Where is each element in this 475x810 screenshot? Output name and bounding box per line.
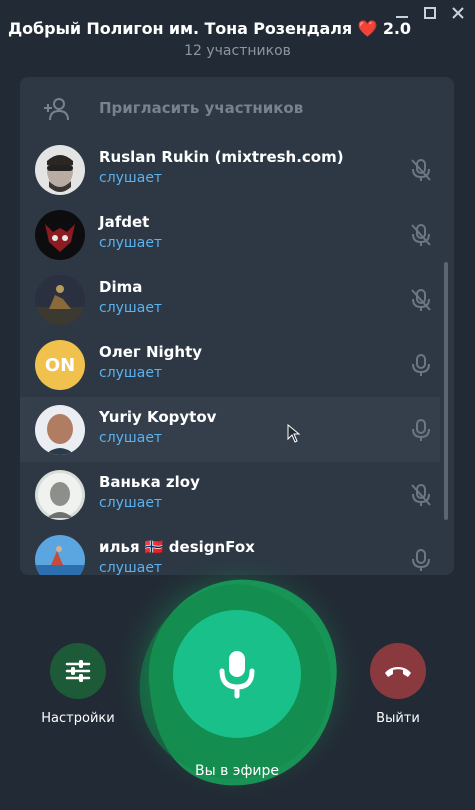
title-bar: Добрый Полигон им. Тона Розендаля ❤️ 2.0… bbox=[0, 0, 475, 75]
avatar bbox=[35, 210, 85, 260]
add-user-icon bbox=[44, 98, 69, 121]
close-icon bbox=[452, 7, 464, 19]
chat-title: Добрый Полигон им. Тона Розендаля ❤️ 2.0 bbox=[8, 19, 411, 38]
leave-label: Выйти bbox=[376, 711, 420, 726]
main-mic-button[interactable] bbox=[173, 610, 301, 738]
invite-participants-button[interactable]: Пригласить участников bbox=[20, 77, 454, 139]
invite-label: Пригласить участников bbox=[99, 99, 304, 117]
participant-name: Yuriy Kopytov bbox=[99, 408, 217, 426]
settings-sliders-icon bbox=[65, 660, 91, 682]
participant-name: Dima bbox=[99, 278, 143, 296]
participant-row[interactable]: Ванька zloy слушает bbox=[20, 462, 440, 527]
avatar bbox=[35, 535, 85, 575]
participant-status: слушает bbox=[99, 365, 163, 381]
mic-muted-icon[interactable] bbox=[408, 157, 434, 183]
participant-row[interactable]: Jafdet слушает bbox=[20, 202, 440, 267]
settings-button[interactable] bbox=[50, 643, 106, 699]
hang-up-icon bbox=[385, 667, 411, 677]
participant-status: слушает bbox=[99, 170, 163, 186]
broadcast-status: Вы в эфире bbox=[194, 763, 280, 779]
participant-status: слушает bbox=[99, 300, 163, 316]
maximize-button[interactable] bbox=[421, 4, 439, 22]
mic-muted-icon[interactable] bbox=[408, 482, 434, 508]
participant-name: Jafdet bbox=[99, 213, 150, 231]
participant-row[interactable]: Yuriy Kopytov слушает bbox=[20, 397, 440, 462]
mic-muted-icon[interactable] bbox=[408, 287, 434, 313]
mic-icon[interactable] bbox=[408, 352, 434, 378]
participant-status: слушает bbox=[99, 495, 163, 511]
participant-name: Ruslan Rukin (mixtresh.com) bbox=[99, 148, 344, 166]
participant-row[interactable]: Dima слушает bbox=[20, 267, 440, 332]
participant-name: Ванька zloy bbox=[99, 473, 200, 491]
mic-muted-icon[interactable] bbox=[408, 222, 434, 248]
participant-name: Олег Nighty bbox=[99, 343, 203, 361]
participant-row[interactable]: Ruslan Rukin (mixtresh.com) слушает bbox=[20, 137, 440, 202]
minimize-icon bbox=[396, 16, 408, 18]
scrollbar[interactable] bbox=[444, 262, 448, 520]
minimize-button[interactable] bbox=[393, 4, 411, 22]
mic-icon[interactable] bbox=[408, 417, 434, 443]
avatar: ON bbox=[35, 340, 85, 390]
participant-row[interactable]: ON Олег Nighty слушает bbox=[20, 332, 440, 397]
participants-count: 12 участников bbox=[184, 43, 291, 59]
settings-label: Настройки bbox=[41, 711, 115, 726]
leave-button[interactable] bbox=[370, 643, 426, 699]
avatar bbox=[35, 275, 85, 325]
mic-icon[interactable] bbox=[408, 547, 434, 573]
participant-status: слушает bbox=[99, 430, 163, 446]
participants-panel: Пригласить участников Ruslan Rukin (mixt… bbox=[20, 77, 454, 575]
avatar bbox=[35, 470, 85, 520]
close-button[interactable] bbox=[449, 4, 467, 22]
heart-emoji: ❤️ bbox=[357, 19, 378, 38]
maximize-icon bbox=[424, 7, 436, 19]
avatar bbox=[35, 145, 85, 195]
participant-status: слушает bbox=[99, 235, 163, 251]
cursor-icon bbox=[287, 424, 301, 443]
mic-icon bbox=[219, 651, 255, 699]
avatar bbox=[35, 405, 85, 455]
